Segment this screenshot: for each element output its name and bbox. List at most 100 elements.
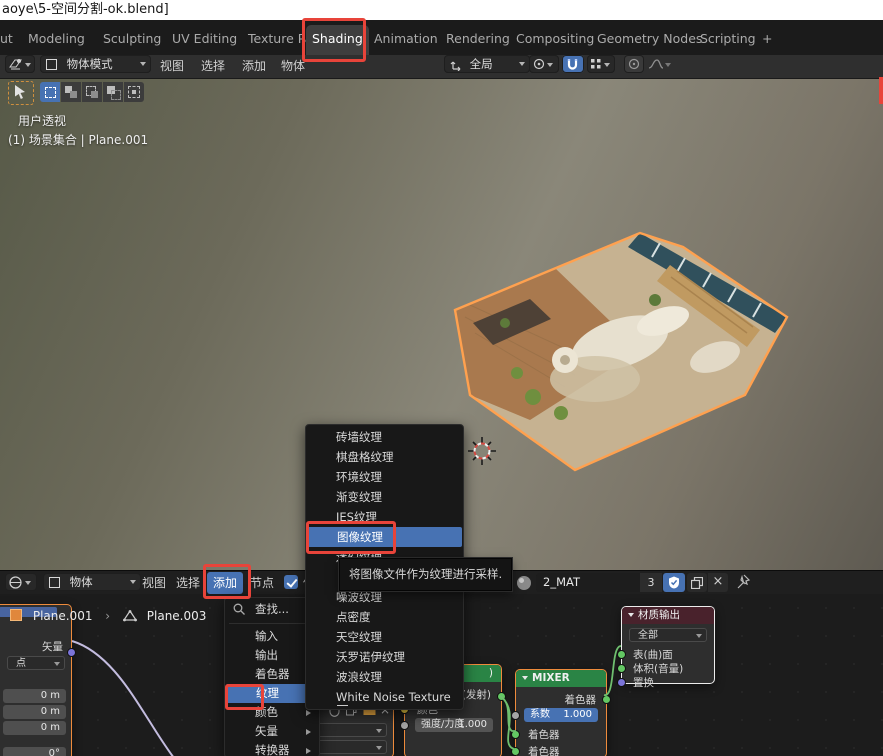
submenu-item-voronoi[interactable]: 沃罗诺伊纹理 — [306, 647, 463, 667]
breadcrumb-object[interactable]: Plane.001 — [33, 609, 93, 623]
submenu-item-environment[interactable]: 环境纹理 — [306, 467, 463, 487]
mapping-type-dropdown[interactable]: 点 — [7, 656, 65, 670]
mixer-fac-socket[interactable] — [511, 711, 520, 720]
submenu-item-white-noise[interactable]: White Noise Texture — [306, 687, 463, 707]
window-title-text: aoye\5-空间分割-ok.blend] — [2, 2, 169, 17]
mixer-input1-socket[interactable] — [511, 730, 520, 739]
view-perspective-label: 用户透视 — [18, 112, 66, 129]
mapping-type-value: 点 — [16, 658, 26, 669]
submenu-item-brick[interactable]: 砖墙纹理 — [306, 427, 463, 447]
volume-socket[interactable] — [617, 664, 626, 673]
view-menu[interactable]: 视图 — [155, 55, 189, 77]
object-mode-icon — [46, 59, 57, 70]
emission-strength-socket[interactable] — [400, 721, 409, 730]
mixer-fac-slider[interactable]: 系数1.000 — [524, 708, 598, 722]
snap-toggle[interactable] — [562, 55, 584, 73]
add-workspace-button[interactable]: + — [756, 26, 778, 52]
object-context-icon — [49, 577, 60, 588]
image-interpolation-dropdown[interactable] — [313, 723, 387, 737]
mixer-input2-socket[interactable] — [511, 747, 520, 756]
mapping-z-field[interactable]: 0 m — [3, 721, 66, 735]
select-menu[interactable]: 选择 — [196, 55, 230, 77]
mapping-node[interactable]: 矢量 点 0 m 0 m 0 m 0° — [0, 604, 72, 756]
new-material-button[interactable] — [687, 573, 707, 592]
editor-type-dropdown[interactable] — [5, 55, 35, 73]
submenu-item-wave[interactable]: 波浪纹理 — [306, 667, 463, 687]
output-target-dropdown[interactable]: 全部 — [629, 628, 707, 642]
copy-icon — [691, 577, 703, 589]
image-projection-dropdown[interactable] — [313, 740, 387, 754]
submenu-item-image-texture[interactable]: 图像纹理 — [307, 527, 462, 547]
vector-output-label: 矢量 — [42, 639, 63, 654]
submenu-item-checker[interactable]: 棋盘格纹理 — [306, 447, 463, 467]
menu-item-converter[interactable]: 转换器 — [225, 741, 319, 756]
material-users-count[interactable]: 3 — [640, 573, 662, 592]
mixer-node-header[interactable]: MIXER — [516, 670, 606, 687]
menu-item-vector[interactable]: 矢量 — [225, 722, 319, 741]
emission-output-socket[interactable] — [497, 692, 506, 701]
tab-rendering[interactable]: Rendering — [440, 26, 516, 52]
proportional-edit-toggle[interactable] — [624, 55, 644, 73]
displacement-socket[interactable] — [617, 678, 626, 687]
shader-context-dropdown[interactable]: 物体 — [43, 573, 141, 591]
cursor-icon — [12, 84, 28, 100]
mixer-output-socket[interactable] — [602, 695, 611, 704]
mapping-rot-field[interactable]: 0° — [3, 747, 66, 756]
tab-geometry-nodes[interactable]: Geometry Nodes — [591, 26, 708, 52]
material-name-field[interactable]: 2_MAT — [536, 573, 640, 592]
mesh-data-icon — [123, 610, 137, 622]
tab-scripting[interactable]: Scripting — [694, 26, 762, 52]
orientation-dropdown[interactable]: 全局 — [444, 55, 530, 73]
tab-shading[interactable]: Shading — [306, 25, 369, 55]
submenu-item-gradient[interactable]: 渐变纹理 — [306, 487, 463, 507]
shader-view-menu[interactable]: 视图 — [138, 572, 170, 594]
falloff-curve-icon — [648, 58, 664, 70]
pin-icon[interactable] — [736, 574, 751, 590]
tab-sculpting[interactable]: Sculpting — [97, 26, 167, 52]
tool-settings-row — [0, 78, 883, 106]
submenu-item-sky[interactable]: 天空纹理 — [306, 627, 463, 647]
mixer-node[interactable]: MIXER 着色器 系数1.000 着色器 着色器 — [515, 669, 607, 756]
surface-label: 表(曲)面 — [633, 647, 673, 662]
search-icon — [233, 603, 245, 615]
select-mode-extend-button[interactable] — [61, 82, 81, 102]
shader-select-menu[interactable]: 选择 — [172, 572, 204, 594]
select-mode-invert-button[interactable] — [103, 82, 123, 102]
magnet-icon — [566, 58, 579, 71]
mixer-input1-label: 着色器 — [528, 727, 560, 742]
add-menu[interactable]: 添加 — [237, 55, 271, 77]
material-output-header[interactable]: 材质输出 — [622, 607, 714, 624]
material-output-node[interactable]: 材质输出 全部 表(曲)面 体积(音量) 置换 — [621, 606, 715, 684]
snap-settings-dropdown[interactable] — [587, 55, 615, 73]
surface-socket[interactable] — [617, 650, 626, 659]
mapping-y-field[interactable]: 0 m — [3, 705, 66, 719]
active-tool-select-button[interactable] — [8, 81, 34, 105]
shader-node-menu[interactable]: 节点 — [246, 572, 278, 594]
orientation-label: 全局 — [470, 57, 493, 71]
tab-modeling[interactable]: Modeling — [22, 26, 91, 52]
select-mode-new-button[interactable] — [40, 82, 60, 102]
vector-output-socket[interactable] — [67, 648, 76, 657]
tab-overflow[interactable]: ut — [0, 26, 19, 52]
object-menu[interactable]: 物体 — [276, 55, 310, 77]
mapping-x-field[interactable]: 0 m — [3, 689, 66, 703]
tooltip-text: 将图像文件作为纹理进行采样. — [349, 567, 502, 581]
breadcrumb-mesh[interactable]: Plane.003 — [147, 609, 207, 623]
shader-add-menu[interactable]: 添加 — [207, 572, 243, 594]
cursor-3d — [468, 437, 496, 465]
falloff-dropdown[interactable] — [646, 55, 676, 73]
unlink-material-button[interactable]: × — [708, 573, 728, 592]
use-nodes-checkbox[interactable] — [284, 575, 298, 589]
submenu-item-point-density[interactable]: 点密度 — [306, 607, 463, 627]
submenu-item-ies[interactable]: IES纹理 — [306, 507, 463, 527]
tab-compositing[interactable]: Compositing — [510, 26, 600, 52]
tab-uv-editing[interactable]: UV Editing — [166, 26, 243, 52]
shader-editor-type-dropdown[interactable] — [5, 573, 37, 591]
tab-animation[interactable]: Animation — [368, 26, 444, 52]
emission-strength-field[interactable]: 强度/力度1.000 — [415, 718, 493, 732]
pivot-dropdown[interactable] — [529, 55, 559, 73]
mode-dropdown[interactable]: 物体模式 — [40, 55, 151, 73]
fake-user-toggle[interactable] — [663, 573, 685, 592]
select-mode-subtract-button[interactable] — [82, 82, 102, 102]
select-mode-intersect-button[interactable] — [124, 82, 144, 102]
